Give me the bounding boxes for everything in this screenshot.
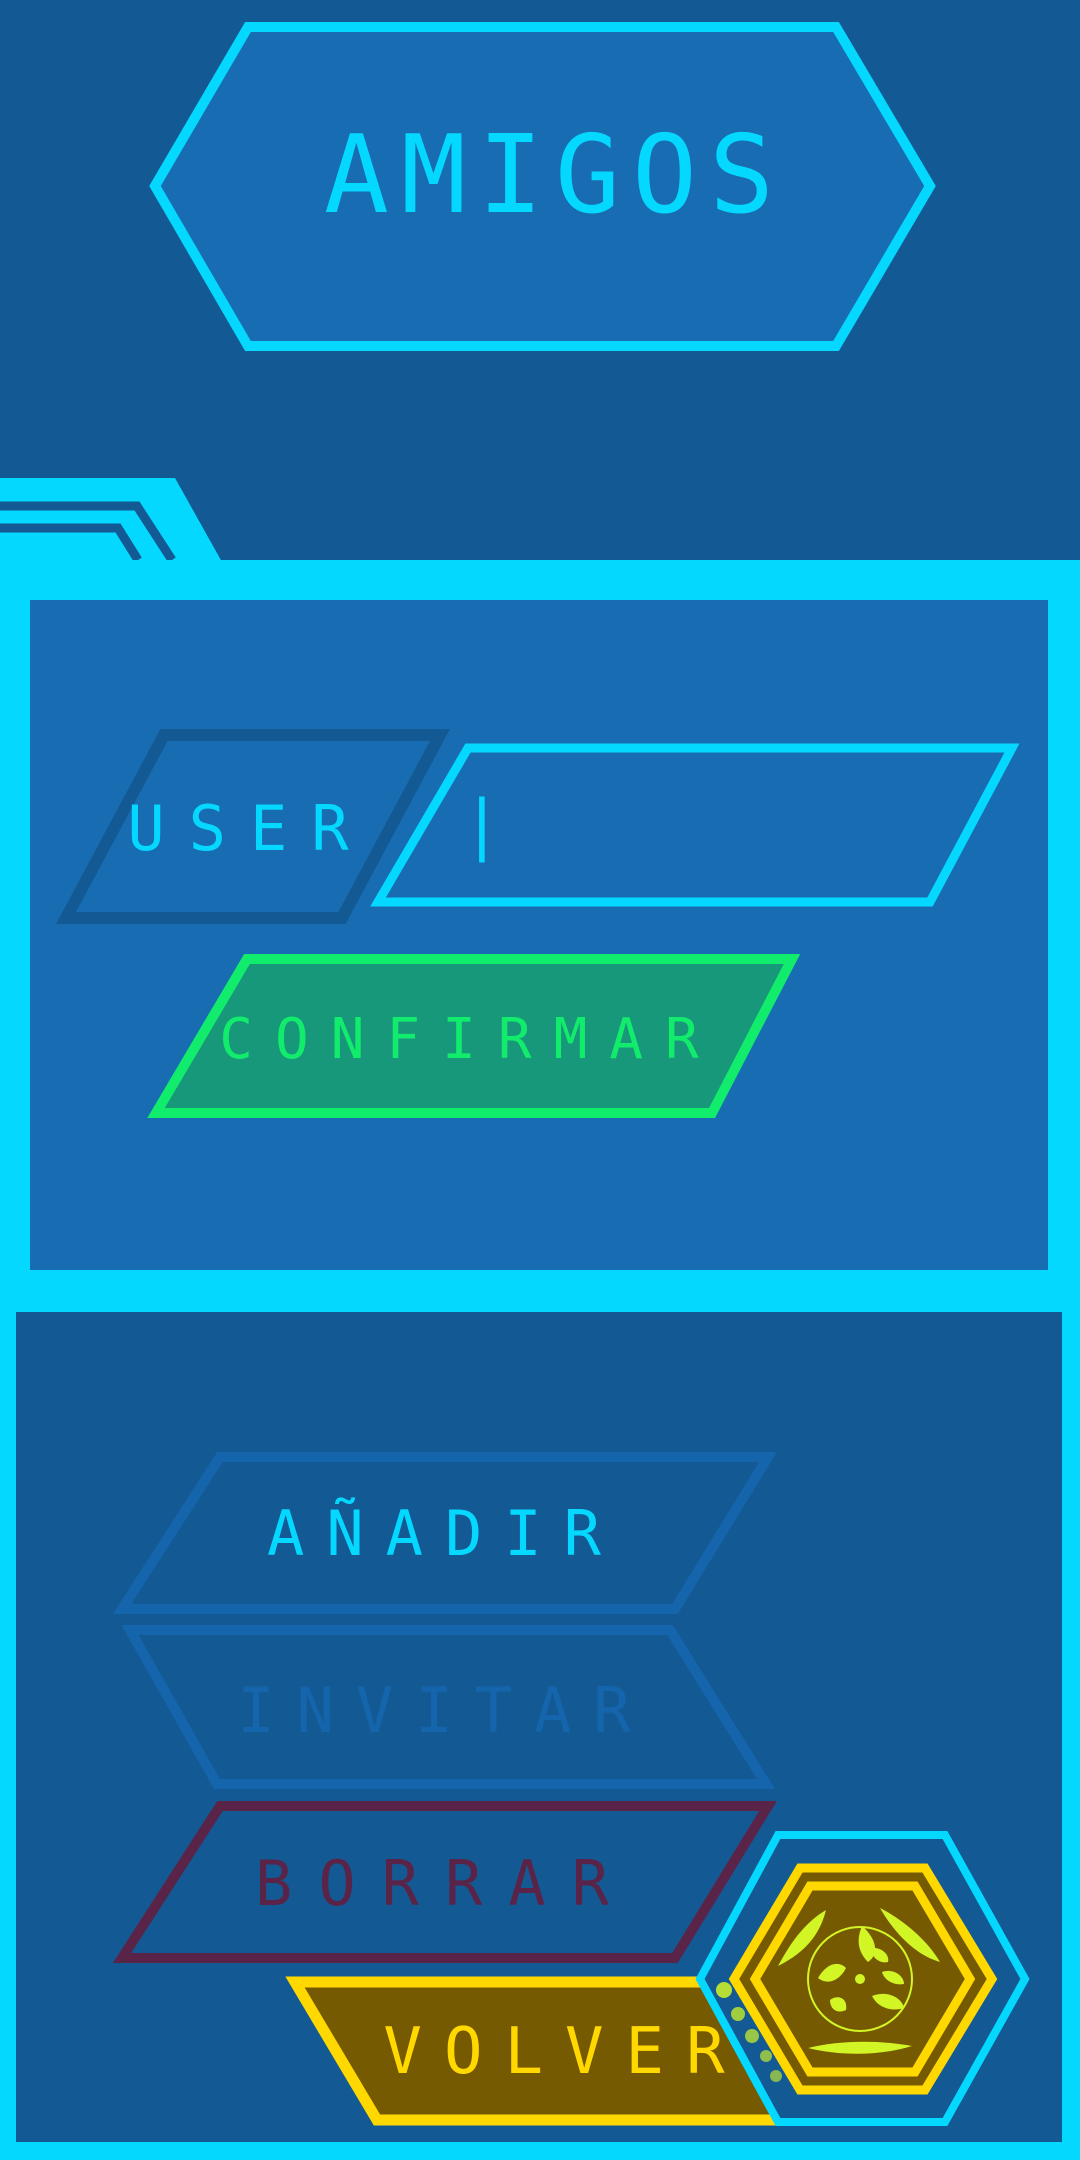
user-input[interactable] [420,752,980,898]
user-label: USER [127,792,373,865]
delete-button[interactable] [120,1800,770,1962]
friends-screen: AMIGOS USER | CONFIRMAR AÑADIR INVITAR B… [0,0,1080,2160]
page-title: AMIGOS [323,113,787,238]
confirm-button[interactable] [150,955,800,1117]
invite-button[interactable] [120,1625,770,1787]
back-button[interactable] [290,1978,790,2124]
add-button[interactable] [120,1452,770,1614]
form-panel-inner [30,600,1048,1270]
tab-decoration [0,478,222,563]
